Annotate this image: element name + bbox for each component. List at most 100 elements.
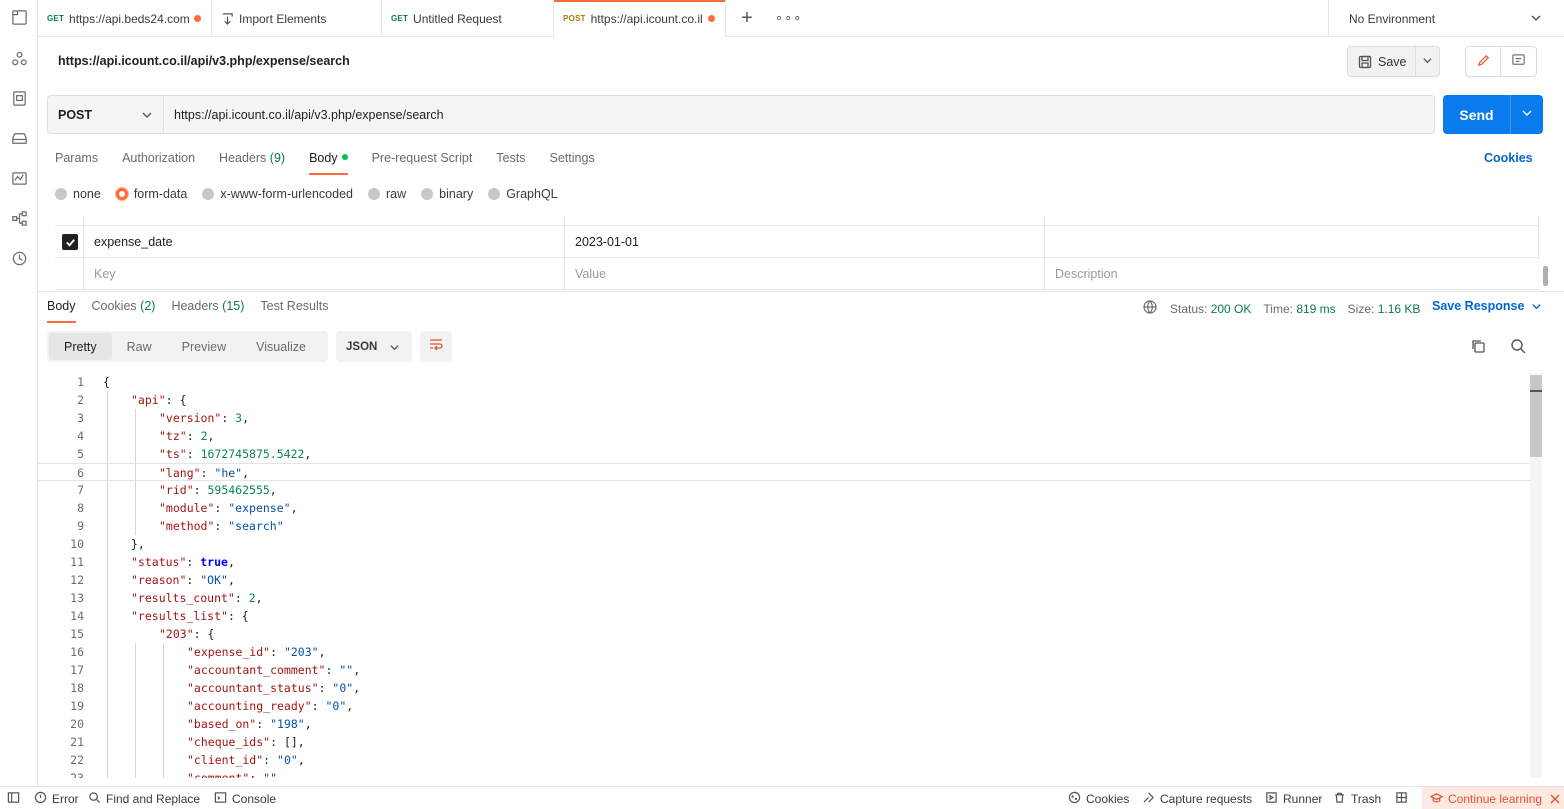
new-tab-button[interactable]: +	[738, 8, 756, 28]
tab-body[interactable]: Body	[309, 151, 348, 175]
description-cell[interactable]	[1044, 226, 1539, 258]
code-line: 19 "accounting_ready": "0",	[38, 697, 1530, 715]
error-button[interactable]: Error	[34, 791, 79, 807]
request-name[interactable]: https://api.icount.co.il/api/v3.php/expe…	[58, 54, 350, 68]
tab-response-body[interactable]: Body	[47, 299, 76, 323]
line-number: 11	[70, 555, 84, 569]
tab-label: Test Results	[260, 299, 329, 313]
url-bar: POST	[47, 95, 1435, 134]
body-type-graphql[interactable]: GraphQL	[488, 187, 558, 201]
pane-divider[interactable]	[38, 291, 1564, 292]
docs-view-button[interactable]	[1501, 47, 1536, 76]
code-line: 14 "results_list": {	[38, 607, 1530, 625]
globe-icon[interactable]	[1142, 299, 1170, 318]
scroll-thumb[interactable]	[1530, 375, 1542, 457]
continue-learning-button[interactable]: Continue learning	[1422, 787, 1564, 809]
code-line: 9 "method": "search"	[38, 517, 1530, 535]
send-options-button[interactable]	[1511, 95, 1543, 134]
apis-icon[interactable]	[10, 89, 28, 107]
tab-title: Import Elements	[239, 11, 327, 26]
code-line: 10},	[38, 535, 1530, 553]
scroll-marker	[1530, 390, 1542, 392]
line-number: 23	[70, 771, 84, 778]
copy-button[interactable]	[1470, 338, 1486, 357]
more-tabs-icon[interactable]: ∘∘∘	[775, 10, 802, 26]
close-icon[interactable]	[1550, 794, 1560, 804]
new-tab-icon[interactable]	[10, 8, 28, 26]
toggle-sidebar-button[interactable]	[7, 791, 25, 807]
capture-requests-button[interactable]: Capture requests	[1142, 791, 1252, 807]
tab-params[interactable]: Params	[55, 151, 98, 175]
save-options-button[interactable]	[1416, 54, 1439, 69]
body-type-binary[interactable]: binary	[421, 187, 473, 201]
tab-title: https://api.beds24.com	[69, 11, 190, 26]
flows-icon[interactable]	[10, 209, 28, 227]
continue-learning-label: Continue learning	[1448, 791, 1543, 806]
environment-selector[interactable]: No Environment	[1328, 0, 1564, 37]
code-line: 15 "203": {	[38, 625, 1530, 643]
response-body-editor[interactable]: 1{2 "api": {3 "version": 3, 4 "tz": 2, 5 "ts":…	[38, 373, 1530, 778]
save-response-button[interactable]: Save Response	[1432, 299, 1542, 313]
request-tab[interactable]: GET https://api.beds24.com	[38, 0, 212, 37]
row-checkbox[interactable]	[62, 234, 78, 250]
request-tab[interactable]: GET Untitled Request	[382, 0, 554, 37]
tab-response-headers[interactable]: Headers (15)	[171, 299, 244, 323]
request-tab[interactable]: Import Elements	[212, 0, 382, 37]
tab-test-results[interactable]: Test Results	[260, 299, 328, 323]
line-number: 15	[70, 627, 84, 641]
save-button[interactable]: Save	[1348, 47, 1416, 76]
find-replace-button[interactable]: Find and Replace	[88, 791, 200, 807]
send-button[interactable]: Send	[1443, 95, 1511, 134]
line-number: 8	[77, 501, 84, 515]
key-placeholder[interactable]: Key	[83, 258, 564, 290]
tab-title: https://api.icount.co.il	[590, 11, 703, 26]
cookies-status-button[interactable]: Cookies	[1068, 791, 1129, 807]
format-preview[interactable]: Preview	[167, 333, 241, 360]
editor-scrollbar[interactable]	[1530, 373, 1542, 778]
size-value: 1.16 KB	[1377, 301, 1421, 316]
format-visualize[interactable]: Visualize	[241, 333, 321, 360]
layout-button[interactable]	[1395, 791, 1413, 807]
tab-settings[interactable]: Settings	[549, 151, 594, 175]
search-button[interactable]	[1510, 338, 1526, 357]
body-type-urlencoded[interactable]: x-www-form-urlencoded	[202, 187, 353, 201]
cookies-link[interactable]: Cookies	[1484, 151, 1533, 165]
runner-button[interactable]: Runner	[1265, 791, 1322, 807]
tab-headers[interactable]: Headers (9)	[219, 151, 285, 175]
tab-prerequest-script[interactable]: Pre-request Script	[372, 151, 473, 175]
environments-icon[interactable]	[10, 129, 28, 147]
tab-authorization[interactable]: Authorization	[122, 151, 195, 175]
tab-response-cookies[interactable]: Cookies (2)	[92, 299, 156, 323]
body-type-none[interactable]: none	[55, 187, 101, 201]
url-input[interactable]	[164, 96, 1434, 133]
format-raw[interactable]: Raw	[112, 333, 167, 360]
chevron-down-icon	[1521, 107, 1533, 122]
tab-tests[interactable]: Tests	[496, 151, 525, 175]
edit-view-button[interactable]	[1466, 47, 1502, 76]
value-placeholder[interactable]: Value	[564, 258, 1044, 290]
body-type-raw[interactable]: raw	[368, 187, 406, 201]
request-tab-active[interactable]: POST https://api.icount.co.il	[554, 0, 726, 37]
body-type-form-data[interactable]: form-data	[115, 187, 187, 201]
line-number: 22	[70, 753, 84, 767]
description-cell[interactable]	[1044, 216, 1539, 226]
key-cell[interactable]	[83, 216, 564, 226]
format-pretty[interactable]: Pretty	[49, 333, 112, 360]
value-cell[interactable]	[564, 216, 1044, 226]
trash-button[interactable]: Trash	[1333, 791, 1381, 807]
comment-icon	[1511, 53, 1526, 71]
tab-label: Authorization	[122, 151, 196, 165]
collections-icon[interactable]	[10, 49, 28, 67]
form-scrollbar[interactable]	[1543, 266, 1548, 286]
value-cell[interactable]: 2023-01-01	[564, 226, 1044, 258]
description-placeholder[interactable]: Description	[1044, 258, 1539, 290]
method-select[interactable]: POST	[48, 96, 164, 133]
language-select[interactable]: JSON	[336, 331, 412, 362]
radio	[488, 188, 501, 200]
key-cell[interactable]: expense_date	[83, 226, 564, 258]
history-icon[interactable]	[10, 249, 28, 267]
headers-count: (9)	[269, 151, 286, 165]
console-button[interactable]: Console	[214, 791, 276, 807]
wrap-lines-button[interactable]	[420, 331, 452, 362]
monitors-icon[interactable]	[10, 169, 28, 187]
